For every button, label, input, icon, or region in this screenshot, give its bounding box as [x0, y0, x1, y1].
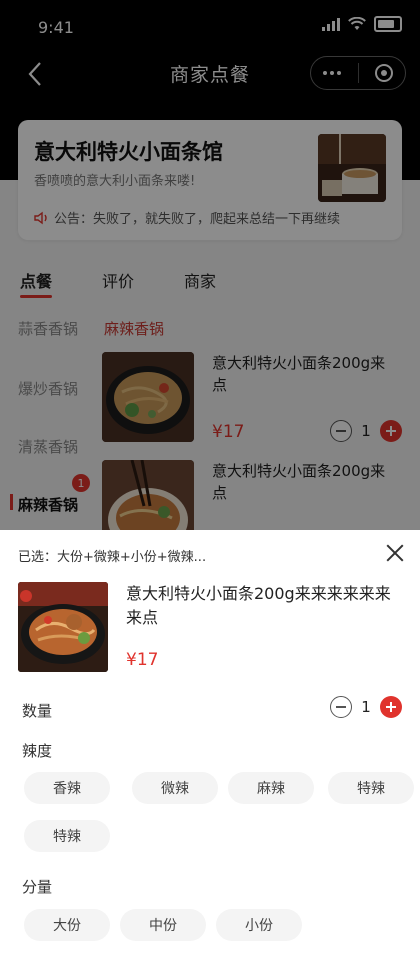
- quantity-label: 数量: [22, 702, 53, 720]
- spice-option[interactable]: 微辣: [132, 772, 218, 804]
- sheet-quantity-stepper: 1: [330, 696, 402, 718]
- close-icon[interactable]: [386, 544, 404, 562]
- sheet-dish-name: 意大利特火小面条200g来来来来来来来点: [126, 584, 391, 627]
- modal-overlay[interactable]: [0, 0, 420, 530]
- sheet-quantity: 1: [361, 698, 371, 716]
- selected-specs: 已选：大份+微辣+小份+微辣...: [18, 550, 207, 565]
- sheet-dish-price: ¥17: [126, 650, 159, 670]
- increase-button[interactable]: [380, 696, 402, 718]
- spice-option[interactable]: 麻辣: [228, 772, 314, 804]
- spec-selection-sheet: 已选：大份+微辣+小份+微辣... 意大利特火小面条200g来来来来来来来点 ¥…: [0, 530, 420, 972]
- decrease-button[interactable]: [330, 696, 352, 718]
- spice-option[interactable]: 香辣: [24, 772, 110, 804]
- spice-label: 辣度: [22, 742, 53, 760]
- spice-option[interactable]: 特辣: [24, 820, 110, 852]
- size-option[interactable]: 小份: [216, 909, 302, 941]
- size-option[interactable]: 大份: [24, 909, 110, 941]
- spice-option[interactable]: 特辣: [328, 772, 414, 804]
- size-label: 分量: [22, 878, 53, 896]
- size-option[interactable]: 中份: [120, 909, 206, 941]
- sheet-dish-photo: [18, 582, 108, 672]
